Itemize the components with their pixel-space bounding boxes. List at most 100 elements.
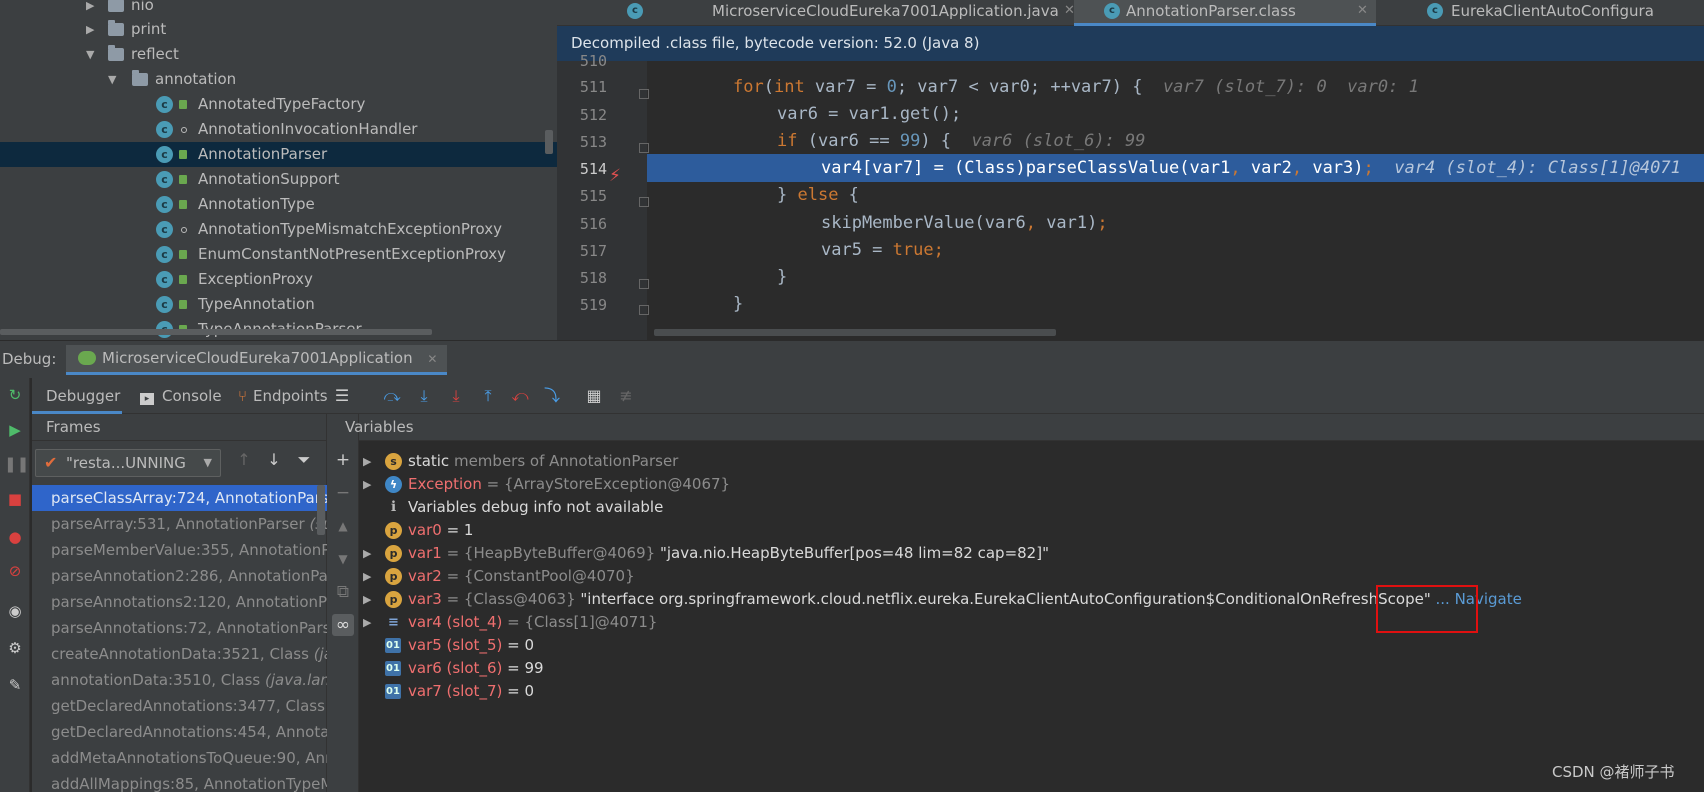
expand-arrow-icon[interactable]: ▶ bbox=[86, 0, 94, 18]
next-frame-icon[interactable]: ↓ bbox=[263, 450, 285, 469]
rerun-icon[interactable]: ↻ bbox=[4, 384, 26, 406]
variable-row[interactable]: ▶ p var2 = {ConstantPool@4070} bbox=[359, 564, 1704, 589]
expand-arrow-icon[interactable]: ▶ bbox=[86, 17, 94, 42]
pin-icon[interactable]: ✎ bbox=[4, 674, 26, 696]
variable-row[interactable]: p var0 = 1 bbox=[359, 518, 1704, 543]
variable-row[interactable]: ▶ s static members of AnnotationParser bbox=[359, 449, 1704, 474]
line-number: 514 bbox=[579, 160, 607, 178]
remove-watch-icon[interactable]: − bbox=[332, 482, 354, 504]
stack-frame[interactable]: getDeclaredAnnotations:3477, Class (j bbox=[32, 693, 327, 719]
filter-icon[interactable]: ⏷ bbox=[293, 450, 315, 470]
frames-panel: Frames ✔ "resta...UNNING ▼ ↑ ↓ ⏷ parseCl… bbox=[32, 414, 327, 792]
code-line: for(int var7 = 0; var7 < var0; ++var7) {… bbox=[733, 77, 1419, 97]
code-area[interactable]: for(int var7 = 0; var7 < var0; ++var7) {… bbox=[647, 61, 1704, 340]
tree-item-nio[interactable]: ▶ nio bbox=[0, 0, 557, 18]
tree-item-class[interactable]: c AnnotationType bbox=[0, 192, 557, 217]
stack-frame[interactable]: getDeclaredAnnotations:454, Annotat bbox=[32, 719, 327, 745]
stack-frame[interactable]: addMetaAnnotationsToQueue:90, Ann bbox=[32, 745, 327, 771]
tree-item-class[interactable]: c AnnotationInvocationHandler bbox=[0, 117, 557, 142]
endpoints-icon: ⑂ bbox=[238, 387, 248, 405]
breakpoint-lightning-icon[interactable]: ⚡ bbox=[609, 166, 621, 186]
stack-frame[interactable]: parseAnnotations2:120, AnnotationPa bbox=[32, 589, 327, 615]
previous-frame-icon[interactable]: ↑ bbox=[233, 450, 255, 469]
tree-item-class[interactable]: c AnnotationTypeMismatchExceptionProxy bbox=[0, 217, 557, 242]
tree-item-print[interactable]: ▶ print bbox=[0, 17, 557, 42]
evaluate-expression-icon[interactable]: ▦ bbox=[584, 386, 604, 406]
collapse-arrow-icon[interactable]: ▼ bbox=[86, 42, 94, 67]
console-icon: ▸ bbox=[140, 393, 154, 405]
variable-row[interactable]: ▶ p var1 = {HeapByteBuffer@4069} "java.n… bbox=[359, 541, 1704, 566]
tree-item-reflect[interactable]: ▼ reflect bbox=[0, 42, 557, 67]
access-icon bbox=[179, 200, 187, 209]
step-out-icon[interactable]: ⤒ bbox=[478, 386, 498, 406]
static-icon: s bbox=[385, 453, 402, 470]
expand-arrow-icon: ▶ bbox=[363, 547, 372, 560]
tab-debugger[interactable]: Debugger bbox=[32, 378, 122, 414]
close-icon[interactable]: ✕ bbox=[427, 352, 437, 366]
tree-item-class[interactable]: c AnnotationSupport bbox=[0, 167, 557, 192]
access-icon bbox=[179, 175, 187, 184]
stack-frame[interactable]: parseAnnotations:72, AnnotationParse bbox=[32, 615, 327, 641]
variable-row[interactable]: 01 var6 (slot_6) = 99 bbox=[359, 656, 1704, 681]
local-field-icon: 01 bbox=[385, 661, 401, 676]
stop-icon[interactable]: ■ bbox=[4, 488, 26, 510]
variable-row[interactable]: 01 var5 (slot_5) = 0 bbox=[359, 633, 1704, 658]
trace-stream-icon[interactable]: ≢ bbox=[616, 386, 636, 406]
step-into-icon[interactable]: ⤓ bbox=[414, 386, 434, 406]
variable-row[interactable]: ▶ p var3 = {Class@4063} "interface org.s… bbox=[359, 587, 1704, 612]
variable-row: ℹ Variables debug info not available bbox=[359, 495, 1704, 520]
editor-horizontal-scrollbar[interactable] bbox=[654, 329, 1056, 336]
stack-frame[interactable]: parseArray:531, AnnotationParser (su bbox=[32, 511, 327, 537]
move-up-icon[interactable]: ▲ bbox=[332, 515, 354, 537]
collapse-arrow-icon[interactable]: ▼ bbox=[108, 67, 116, 92]
tree-item-class[interactable]: c ExceptionProxy bbox=[0, 267, 557, 292]
stack-frame[interactable]: annotationData:3510, Class (java.lang) bbox=[32, 667, 327, 693]
step-over-icon[interactable]: ⤼ bbox=[382, 386, 402, 406]
line-number: 515 bbox=[579, 187, 607, 205]
tree-item-class-selected[interactable]: c AnnotationParser bbox=[0, 142, 557, 167]
pause-icon[interactable]: ❚❚ bbox=[4, 453, 29, 475]
run-to-cursor-icon[interactable]: ⤵ bbox=[542, 386, 562, 406]
drop-frame-icon[interactable]: ⤺ bbox=[510, 386, 530, 406]
tree-item-class[interactable]: c EnumConstantNotPresentExceptionProxy bbox=[0, 242, 557, 267]
add-watch-icon[interactable]: + bbox=[332, 449, 354, 471]
stack-frame[interactable]: parseClassArray:724, AnnotationParse bbox=[32, 485, 327, 511]
variable-row[interactable]: 01 var7 (slot_7) = 0 bbox=[359, 679, 1704, 704]
tree-horizontal-scrollbar[interactable] bbox=[0, 329, 432, 335]
variable-row[interactable]: ▶ ϟ Exception = {ArrayStoreException@406… bbox=[359, 472, 1704, 497]
debug-config-tab[interactable]: MicroserviceCloudEureka7001Application ✕ bbox=[66, 345, 448, 375]
access-icon bbox=[179, 275, 187, 284]
watermark: CSDN @褚师子书 bbox=[1552, 763, 1675, 781]
tab-annotation-parser[interactable]: c AnnotationParser.class ✕ bbox=[1074, 0, 1376, 26]
thread-selector[interactable]: ✔ "resta...UNNING ▼ bbox=[35, 449, 221, 477]
project-tree: ▶ nio ▶ print ▼ reflect ▼ annotation c A… bbox=[0, 0, 557, 340]
settings-gear-icon[interactable]: ⚙ bbox=[4, 637, 26, 659]
mute-breakpoints-icon[interactable]: ⊘ bbox=[4, 560, 26, 582]
force-step-into-icon[interactable]: ⤓ bbox=[446, 386, 466, 406]
stack-frame[interactable]: parseMemberValue:355, AnnotationPa bbox=[32, 537, 327, 563]
code-line: var5 = true; bbox=[821, 240, 944, 260]
view-breakpoints-icon[interactable]: ● bbox=[4, 526, 26, 548]
tree-vertical-scrollbar[interactable] bbox=[545, 130, 553, 154]
resume-icon[interactable]: ▶ bbox=[4, 419, 26, 441]
camera-icon[interactable]: ◉ bbox=[4, 600, 26, 622]
frames-scrollbar[interactable] bbox=[317, 485, 325, 535]
variable-row[interactable]: ▶ ≡ var4 (slot_4) = {Class[1]@4071} bbox=[359, 610, 1704, 635]
stack-frame[interactable]: createAnnotationData:3521, Class (jav bbox=[32, 641, 327, 667]
tree-item-class[interactable]: c AnnotatedTypeFactory bbox=[0, 92, 557, 117]
stack-frame[interactable]: addAllMappings:85, AnnotationTypeM bbox=[32, 771, 327, 792]
layout-menu-icon[interactable]: ☰ bbox=[332, 386, 352, 406]
watches-glasses-icon[interactable]: ∞ bbox=[332, 614, 354, 636]
local-field-icon: 01 bbox=[385, 684, 401, 699]
tab-eureka-client-autoconfig[interactable]: c EurekaClientAutoConfigura bbox=[1397, 0, 1704, 26]
tree-item-annotation[interactable]: ▼ annotation bbox=[0, 67, 557, 92]
class-icon: c bbox=[1427, 3, 1443, 19]
close-icon[interactable]: ✕ bbox=[1357, 0, 1368, 22]
move-down-icon[interactable]: ▼ bbox=[332, 548, 354, 570]
tab-microservice-application[interactable]: c MicroserviceCloudEureka7001Application… bbox=[617, 0, 1075, 26]
tab-console[interactable]: ▸ Console bbox=[140, 378, 240, 414]
copy-icon[interactable]: ⧉ bbox=[332, 581, 354, 603]
expand-arrow-icon: ▶ bbox=[363, 616, 372, 629]
tree-item-class[interactable]: c TypeAnnotation bbox=[0, 292, 557, 317]
stack-frame[interactable]: parseAnnotation2:286, AnnotationPar bbox=[32, 563, 327, 589]
